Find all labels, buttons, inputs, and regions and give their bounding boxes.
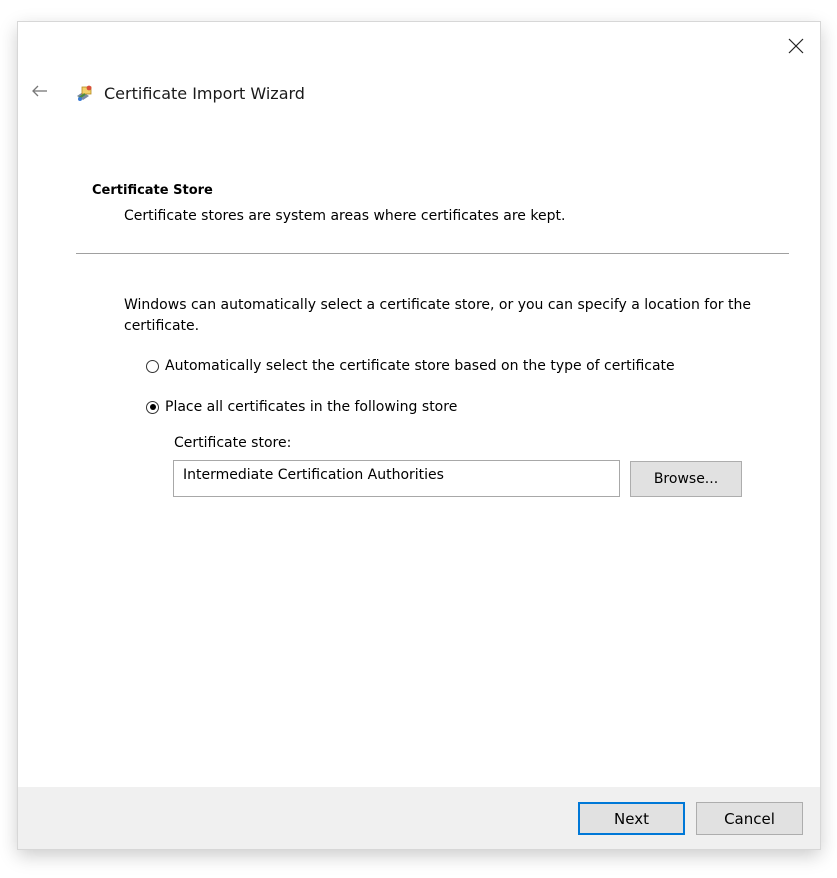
cancel-button[interactable]: Cancel <box>696 802 803 835</box>
place-in-store-label: Place all certificates in the following … <box>165 399 458 415</box>
wizard-window: Certificate Import Wizard Certificate St… <box>18 22 820 849</box>
wizard-footer: Next Cancel <box>18 787 820 849</box>
place-in-store-radio[interactable] <box>146 400 159 414</box>
back-arrow-icon <box>32 85 47 97</box>
certificate-wizard-icon <box>77 85 92 101</box>
close-button[interactable] <box>780 32 812 60</box>
certificate-store-field[interactable]: Intermediate Certification Authorities <box>173 460 620 497</box>
window-title: Certificate Import Wizard <box>104 83 305 103</box>
certificate-store-label: Certificate store: <box>174 435 292 451</box>
section-description: Certificate stores are system areas wher… <box>124 208 566 224</box>
auto-select-radio[interactable] <box>146 359 159 373</box>
close-icon <box>788 38 804 54</box>
header-divider <box>76 253 789 254</box>
next-button[interactable]: Next <box>578 802 685 835</box>
title-bar: Certificate Import Wizard <box>74 80 305 106</box>
place-in-store-option[interactable]: Place all certificates in the following … <box>146 399 457 415</box>
section-title: Certificate Store <box>92 183 213 198</box>
intro-text: Windows can automatically select a certi… <box>124 297 751 334</box>
auto-select-label: Automatically select the certificate sto… <box>165 358 675 374</box>
auto-select-option[interactable]: Automatically select the certificate sto… <box>146 358 675 374</box>
browse-button[interactable]: Browse... <box>630 461 742 497</box>
back-button[interactable] <box>26 78 54 104</box>
